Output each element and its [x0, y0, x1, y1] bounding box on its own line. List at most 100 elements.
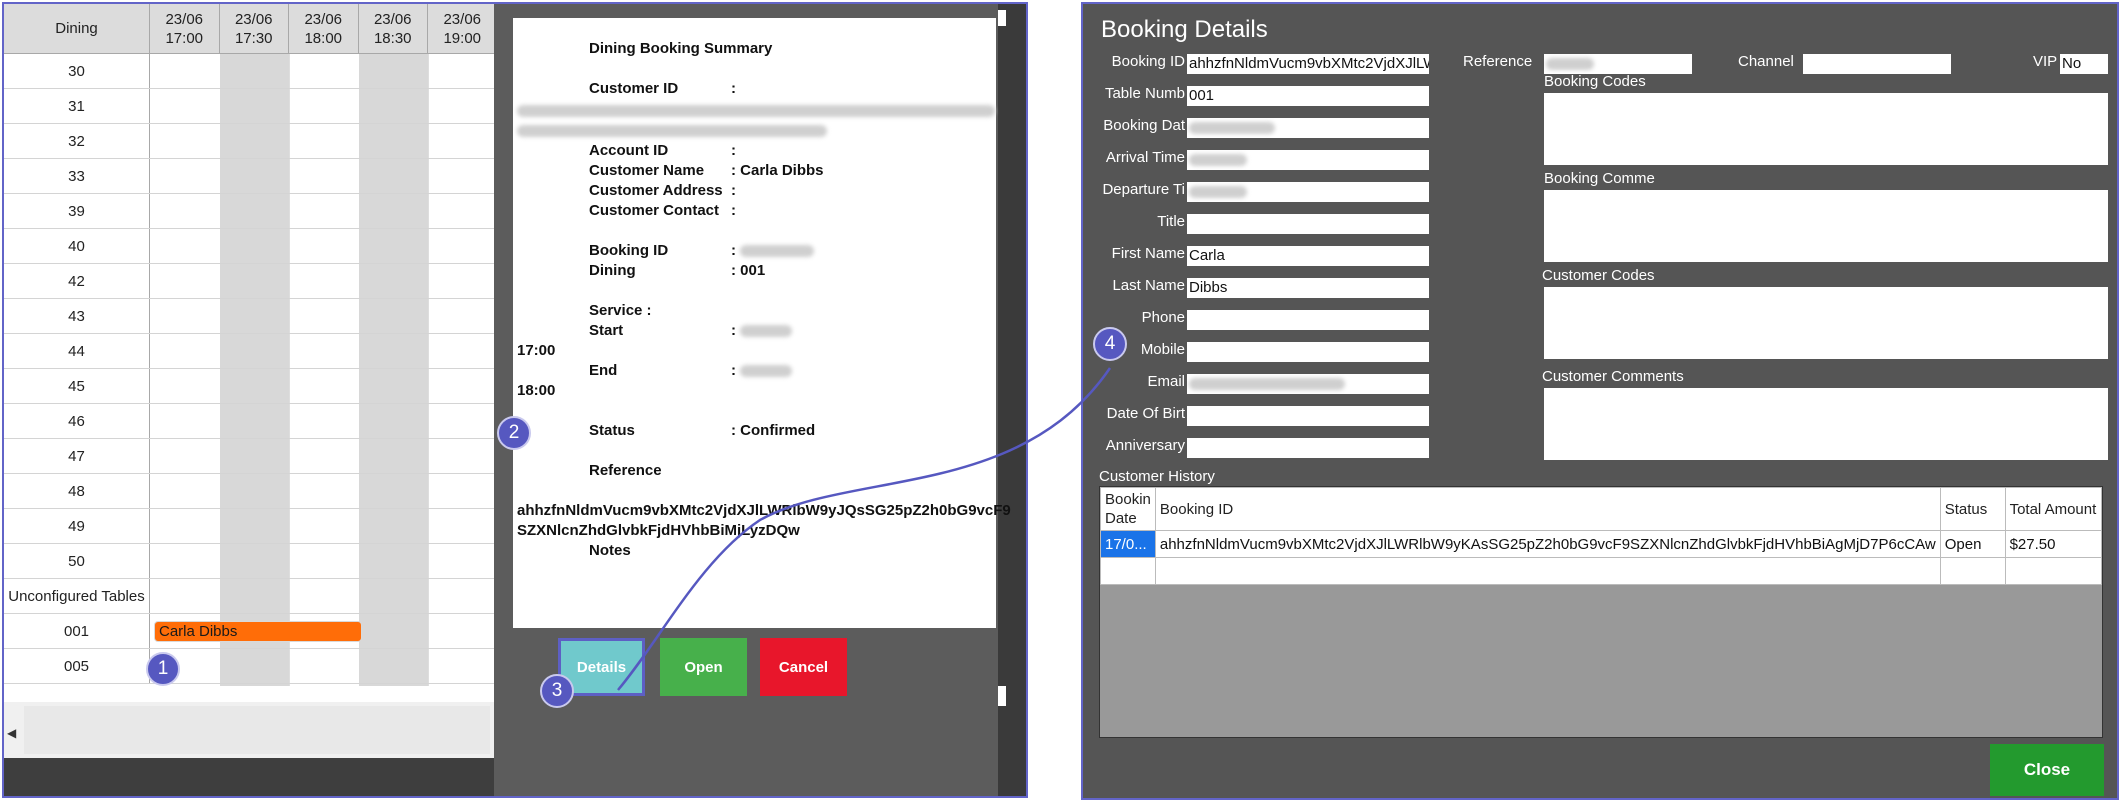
title-field[interactable]	[1187, 214, 1429, 234]
time-column-header[interactable]: 23/06 19:00	[428, 4, 494, 54]
table-label: 40	[4, 229, 150, 263]
scroll-left-icon[interactable]: ◀	[7, 726, 16, 740]
history-booking-id[interactable]: ahhzfnNldmVucm9vbXMtc2VjdXJlLWRlbW9yKAsS…	[1154, 530, 1941, 558]
phone-field[interactable]	[1187, 310, 1429, 330]
table-row[interactable]: 33	[4, 159, 494, 194]
table-row-empty[interactable]	[1100, 557, 2103, 585]
customer-contact-colon: :	[731, 202, 736, 219]
customer-history-table: Bookin Date Booking ID Status Total Amou…	[1099, 486, 2103, 738]
status-value: : Confirmed	[731, 422, 816, 439]
booking-date-label: Booking Dat	[1103, 117, 1185, 134]
last-name-field[interactable]: Dibbs	[1187, 278, 1429, 298]
table-label: 43	[4, 299, 150, 333]
booking-codes-label: Booking Codes	[1544, 73, 1646, 90]
table-row[interactable]: 47	[4, 439, 494, 474]
history-booking-date[interactable]: 17/0...	[1100, 530, 1156, 558]
table-row[interactable]: 44	[4, 334, 494, 369]
vip-field[interactable]: No	[2060, 54, 2108, 74]
service-label: Service :	[589, 302, 652, 319]
close-button[interactable]: Close	[1990, 744, 2104, 796]
time-column-header[interactable]: 23/06 18:30	[358, 4, 428, 54]
customer-comments-textarea[interactable]	[1544, 388, 2108, 460]
history-total-amount[interactable]: $27.50	[2004, 530, 2103, 558]
customer-comments-label: Customer Comments	[1542, 368, 1684, 385]
table-row[interactable]: 45	[4, 369, 494, 404]
customer-id-value-redacted	[517, 122, 827, 139]
reference-value-line1: ahhzfnNldmVucm9vbXMtc2VjdXJlLWRlbW9yJQsS…	[517, 502, 1011, 519]
phone-label: Phone	[1141, 309, 1185, 326]
customer-contact-label: Customer Contact	[589, 202, 720, 219]
column-date: 23/06	[373, 11, 412, 28]
scrollbar-track[interactable]	[24, 706, 490, 754]
table-row[interactable]: 40	[4, 229, 494, 264]
table-row[interactable]: 48	[4, 474, 494, 509]
column-time: 19:00	[443, 30, 482, 47]
customer-id-colon: :	[731, 80, 736, 97]
booking-comments-textarea[interactable]	[1544, 190, 2108, 262]
first-name-field[interactable]: Carla	[1187, 246, 1429, 266]
table-label: 31	[4, 89, 150, 123]
table-row[interactable]: 17/0... ahhzfnNldmVucm9vbXMtc2VjdXJlLWRl…	[1100, 530, 2103, 558]
table-row[interactable]: 50	[4, 544, 494, 579]
dining-grid: Dining 23/06 17:00 23/06 17:30 23/06 18:00 …	[4, 4, 494, 702]
table-row[interactable]: 32	[4, 124, 494, 159]
reference-label: Reference	[589, 462, 662, 479]
table-row[interactable]: 005	[4, 649, 494, 684]
end-value: :	[731, 362, 793, 379]
arrival-time-field[interactable]	[1187, 150, 1429, 170]
table-row: Unconfigured Tables	[4, 579, 494, 614]
table-number-field[interactable]: 001	[1187, 86, 1429, 106]
col-booking-date[interactable]: Bookin Date	[1100, 487, 1156, 531]
customer-address-label: Customer Address	[589, 182, 723, 199]
col-booking-id[interactable]: Booking ID	[1154, 487, 1941, 531]
date-of-birth-field[interactable]	[1187, 406, 1429, 426]
column-date: 23/06	[165, 11, 204, 28]
open-button[interactable]: Open	[660, 638, 747, 696]
account-id-colon: :	[731, 142, 736, 159]
table-label: 005	[4, 649, 150, 683]
vip-label: VIP	[2033, 53, 2058, 70]
table-label: 30	[4, 54, 150, 88]
booking-codes-textarea[interactable]	[1544, 93, 2108, 165]
table-row[interactable]: 39	[4, 194, 494, 229]
reference-value-line2: SZXNlcnZhdGlvbkFjdHVhbBiMjLyzDQw	[517, 522, 800, 539]
customer-address-colon: :	[731, 182, 736, 199]
notes-label: Notes	[589, 542, 631, 559]
channel-field[interactable]	[1803, 54, 1951, 74]
table-row[interactable]: 31	[4, 89, 494, 124]
customer-id-label: Customer ID	[589, 80, 679, 97]
customer-codes-textarea[interactable]	[1544, 287, 2108, 359]
time-column-header[interactable]: 23/06 17:30	[219, 4, 289, 54]
table-row[interactable]: 30	[4, 54, 494, 89]
table-row[interactable]: 46	[4, 404, 494, 439]
time-column-header[interactable]: 23/06 17:00	[150, 4, 220, 54]
col-total-amount[interactable]: Total Amount	[2004, 487, 2103, 531]
email-label: Email	[1147, 373, 1185, 390]
booking-date-field[interactable]	[1187, 118, 1429, 138]
history-status[interactable]: Open	[1939, 530, 2006, 558]
title-label: Title	[1157, 213, 1185, 230]
column-time: 17:30	[234, 30, 273, 47]
column-time: 17:00	[165, 30, 204, 47]
booking-summary-card: Dining Booking Summary Customer ID : Acc…	[513, 18, 1011, 628]
table-row[interactable]: 42	[4, 264, 494, 299]
table-label: 47	[4, 439, 150, 473]
table-row[interactable]: 43	[4, 299, 494, 334]
cancel-button[interactable]: Cancel	[760, 638, 847, 696]
arrival-time-label: Arrival Time	[1105, 149, 1185, 166]
horizontal-scrollbar[interactable]: ◀	[4, 702, 494, 758]
dining-column-header: Dining	[4, 4, 150, 54]
dining-value: : 001	[731, 262, 766, 279]
table-label: 45	[4, 369, 150, 403]
reference-field[interactable]	[1544, 54, 1692, 74]
email-field[interactable]	[1187, 374, 1429, 394]
col-status[interactable]: Status	[1939, 487, 2006, 531]
table-row[interactable]: 49	[4, 509, 494, 544]
departure-time-field[interactable]	[1187, 182, 1429, 202]
booking-bar[interactable]: Carla Dibbs	[154, 621, 362, 642]
booking-id-label: Booking ID	[1111, 53, 1185, 70]
time-column-header[interactable]: 23/06 18:00	[289, 4, 359, 54]
anniversary-field[interactable]	[1187, 438, 1429, 458]
mobile-field[interactable]	[1187, 342, 1429, 362]
booking-id-field[interactable]: ahhzfnNldmVucm9vbXMtc2VjdXJlLW	[1187, 54, 1429, 74]
